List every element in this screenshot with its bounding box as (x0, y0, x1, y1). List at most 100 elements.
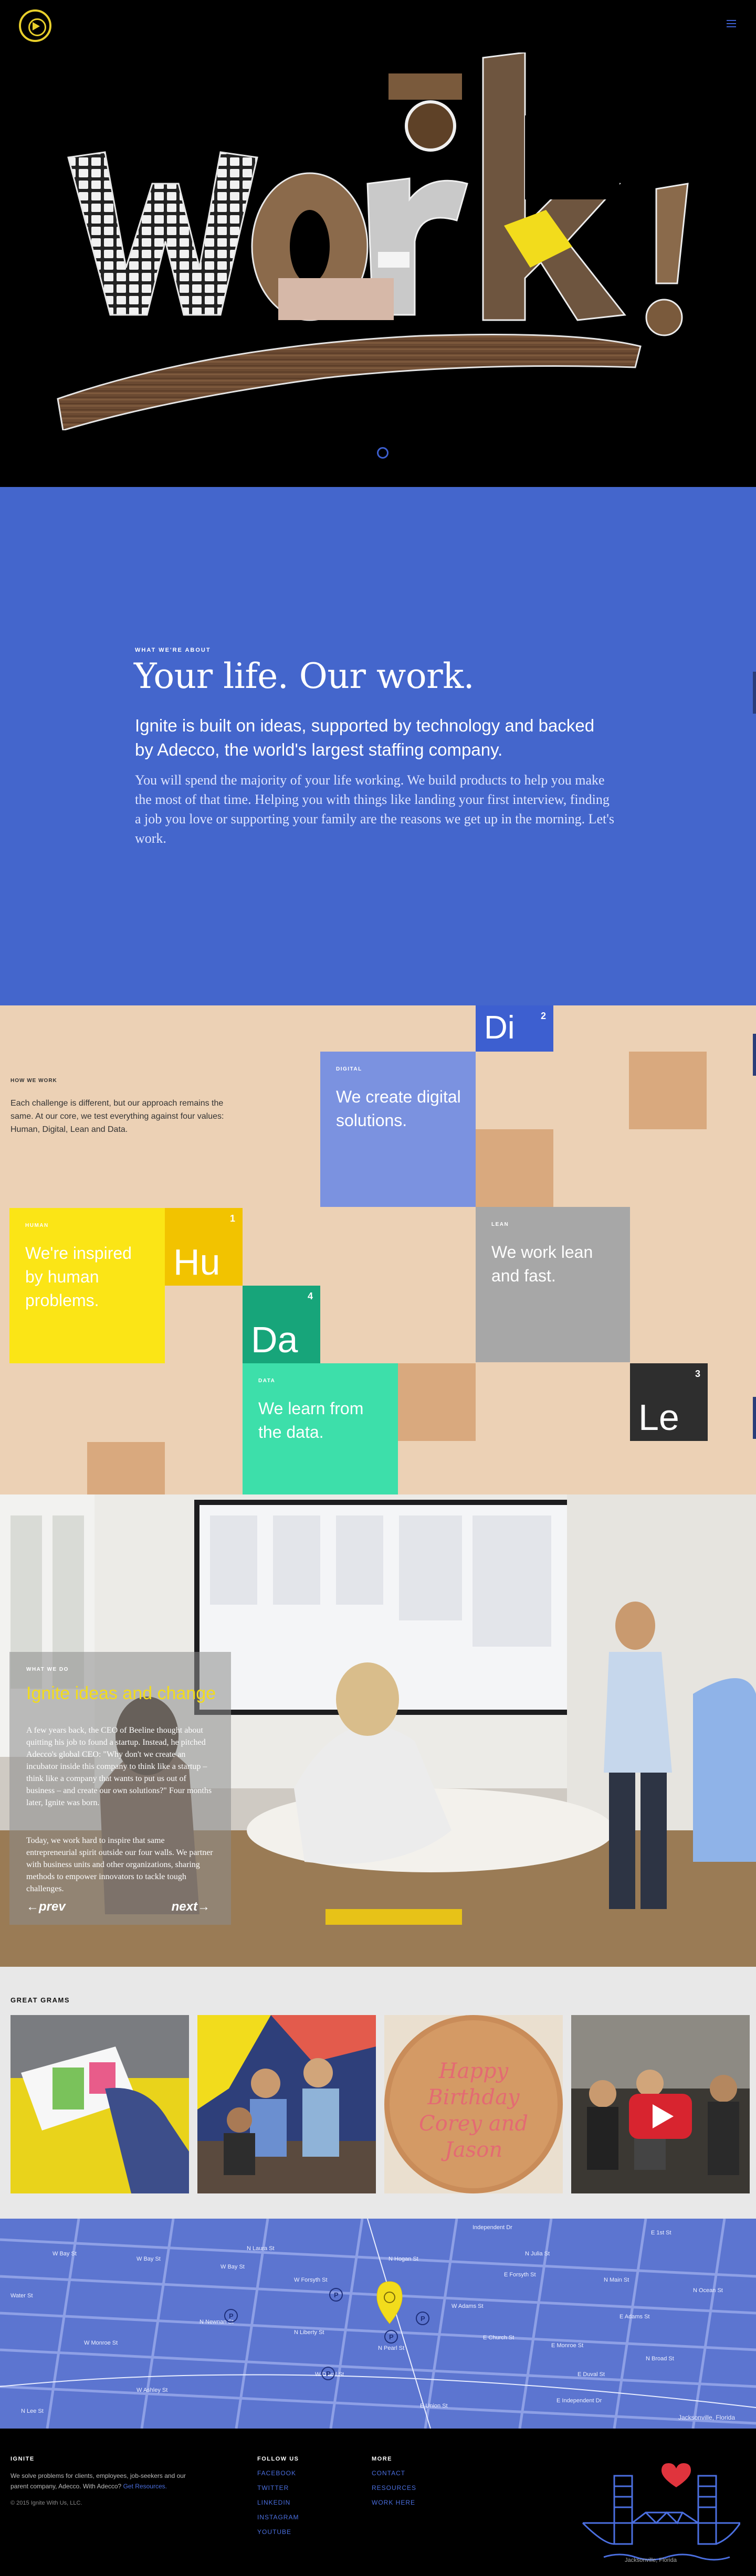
map-caption: Jacksonville, Florida (678, 2414, 735, 2421)
element-text: We learn from the data. (258, 1399, 364, 1441)
element-number: 4 (307, 1291, 313, 1301)
cookie-text: Birthday (427, 2085, 520, 2109)
next-button[interactable]: next→ (172, 1900, 210, 1914)
element-label: LEAN (491, 1222, 509, 1227)
svg-text:N Broad St: N Broad St (646, 2356, 674, 2362)
footer-heading: FOLLOW US (257, 2456, 299, 2462)
hero-section (0, 0, 756, 487)
svg-text:E Forsyth St: E Forsyth St (504, 2272, 536, 2278)
svg-text:N Pearl St: N Pearl St (378, 2345, 404, 2351)
element-symbol-digital: 2 Di (476, 1005, 553, 1052)
svg-text:P: P (326, 2370, 331, 2378)
svg-text:E Church St: E Church St (483, 2335, 514, 2341)
page-title: Your life. Our work. (134, 656, 475, 696)
svg-text:W Bay St: W Bay St (52, 2251, 77, 2257)
svg-text:W Bay St: W Bay St (136, 2256, 161, 2262)
footer-about-text: We solve problems for clients, employees… (10, 2471, 200, 2492)
element-symbol-text: Hu (173, 1242, 220, 1282)
element-symbol-lean: 3 Le (630, 1363, 708, 1441)
main-street-bridge-icon (582, 2463, 740, 2561)
svg-text:N Liberty St: N Liberty St (294, 2329, 324, 2336)
svg-text:N Hogan St: N Hogan St (388, 2256, 418, 2262)
decor-square (629, 1052, 707, 1129)
about-lead: Ignite is built on ideas, supported by t… (135, 716, 595, 759)
footer-follow: FOLLOW US FACEBOOK TWITTER LINKEDIN INST… (257, 2456, 299, 2543)
section-eyebrow: GREAT GRAMS (10, 1996, 70, 2004)
section-eyebrow: WHAT WE DO (26, 1667, 69, 1672)
element-tile-lean[interactable]: LEAN We work lean and fast. (476, 1207, 630, 1362)
element-number: 1 (229, 1213, 235, 1224)
get-resources-link[interactable]: Get Resources. (123, 2483, 167, 2490)
copyright: © 2015 Ignite With Us, LLC. (10, 2500, 82, 2506)
svg-text:W Monroe St: W Monroe St (84, 2340, 118, 2346)
photo-icon (10, 2015, 189, 2193)
photo-icon: Happy Birthday Corey and Jason (384, 2015, 563, 2193)
svg-text:E Duval St: E Duval St (578, 2371, 605, 2378)
svg-text:E 1st St: E 1st St (651, 2230, 671, 2236)
decor-square (87, 1442, 165, 1494)
story-title: Ignite ideas and change (26, 1683, 216, 1703)
how-intro: Each challenge is different, but our app… (10, 1099, 224, 1134)
element-tile-digital[interactable]: DIGITAL We create digital solutions. (320, 1052, 476, 1207)
work-here-link[interactable]: WORK HERE (372, 2499, 416, 2506)
section-eyebrow: HOW WE WORK (10, 1078, 57, 1084)
linkedin-link[interactable]: LINKEDIN (257, 2499, 299, 2506)
story-paragraph: Today, we work hard to inspire that same… (26, 1836, 213, 1893)
element-label: HUMAN (25, 1223, 49, 1228)
story-paragraph: A few years back, the CEO of Beeline tho… (26, 1726, 212, 1807)
svg-text:N Ocean St: N Ocean St (693, 2287, 723, 2294)
about-body: You will spend the majority of your life… (135, 772, 615, 846)
element-tile-data[interactable]: DATA We learn from the data. (243, 1363, 398, 1494)
contact-link[interactable]: CONTACT (372, 2469, 416, 2477)
play-video-icon (571, 2015, 750, 2193)
side-tab (753, 1034, 756, 1076)
hero-work-lettering (57, 52, 689, 430)
svg-text:W Adams St: W Adams St (452, 2303, 484, 2309)
footer-heading: IGNITE (10, 2456, 35, 2462)
story-carousel-section: WHAT WE DO Ignite ideas and change A few… (0, 1494, 756, 1967)
about-section: WHAT WE'RE ABOUT Your life. Our work. Ig… (0, 487, 756, 1005)
hamburger-menu-icon[interactable] (727, 20, 736, 27)
site-footer: IGNITE We solve problems for clients, em… (0, 2429, 756, 2576)
svg-text:W Forsyth St: W Forsyth St (294, 2277, 328, 2283)
svg-text:N Laura St: N Laura St (247, 2245, 275, 2252)
section-eyebrow: WHAT WE'RE ABOUT (135, 647, 211, 653)
resources-link[interactable]: RESOURCES (372, 2484, 416, 2492)
heart-icon (662, 2463, 691, 2487)
svg-text:E Adams St: E Adams St (620, 2314, 649, 2320)
prev-button[interactable]: ←prev (26, 1900, 66, 1914)
element-number: 3 (695, 1369, 700, 1379)
footer-about: IGNITE We solve problems for clients, em… (10, 2456, 200, 2508)
svg-text:P: P (389, 2333, 394, 2341)
svg-text:W Ashley St: W Ashley St (136, 2387, 167, 2393)
element-text: We work lean and fast. (491, 1243, 593, 1285)
facebook-link[interactable]: FACEBOOK (257, 2469, 299, 2477)
youtube-link[interactable]: YOUTUBE (257, 2528, 299, 2536)
footer-more: MORE CONTACT RESOURCES WORK HERE (372, 2456, 416, 2514)
svg-text:E Monroe St: E Monroe St (551, 2342, 583, 2349)
element-symbol-text: Da (251, 1319, 298, 1360)
gram-cookie[interactable]: Happy Birthday Corey and Jason (384, 2015, 563, 2193)
side-tab (753, 672, 756, 714)
element-symbol-human: 1 Hu (165, 1208, 243, 1286)
gram-desk[interactable] (10, 2015, 189, 2193)
svg-text:E Union St: E Union St (420, 2403, 448, 2409)
svg-text:N Julia St: N Julia St (525, 2251, 550, 2257)
gram-video[interactable] (571, 2015, 750, 2193)
gram-team[interactable] (197, 2015, 376, 2193)
map-canvas: W Bay St W Bay St W Bay St W Forsyth St … (0, 2219, 756, 2429)
how-we-work-section: HOW WE WORK Each challenge is different,… (0, 1005, 756, 1494)
element-symbol-data: 4 Da (243, 1286, 320, 1363)
svg-text:P: P (334, 2291, 339, 2299)
element-symbol-text: Le (638, 1397, 679, 1438)
scroll-down-indicator[interactable] (377, 447, 388, 459)
location-map[interactable]: W Bay St W Bay St W Bay St W Forsyth St … (0, 2219, 756, 2429)
element-label: DATA (258, 1378, 276, 1384)
element-tile-human[interactable]: HUMAN We're inspired by human problems. (9, 1208, 165, 1363)
svg-text:E Independent Dr: E Independent Dr (556, 2398, 602, 2404)
svg-text:N Lee St: N Lee St (21, 2408, 44, 2414)
twitter-link[interactable]: TWITTER (257, 2484, 299, 2492)
svg-text:P: P (229, 2312, 234, 2320)
instagram-link[interactable]: INSTAGRAM (257, 2514, 299, 2521)
ignite-logo-icon[interactable] (19, 9, 51, 42)
